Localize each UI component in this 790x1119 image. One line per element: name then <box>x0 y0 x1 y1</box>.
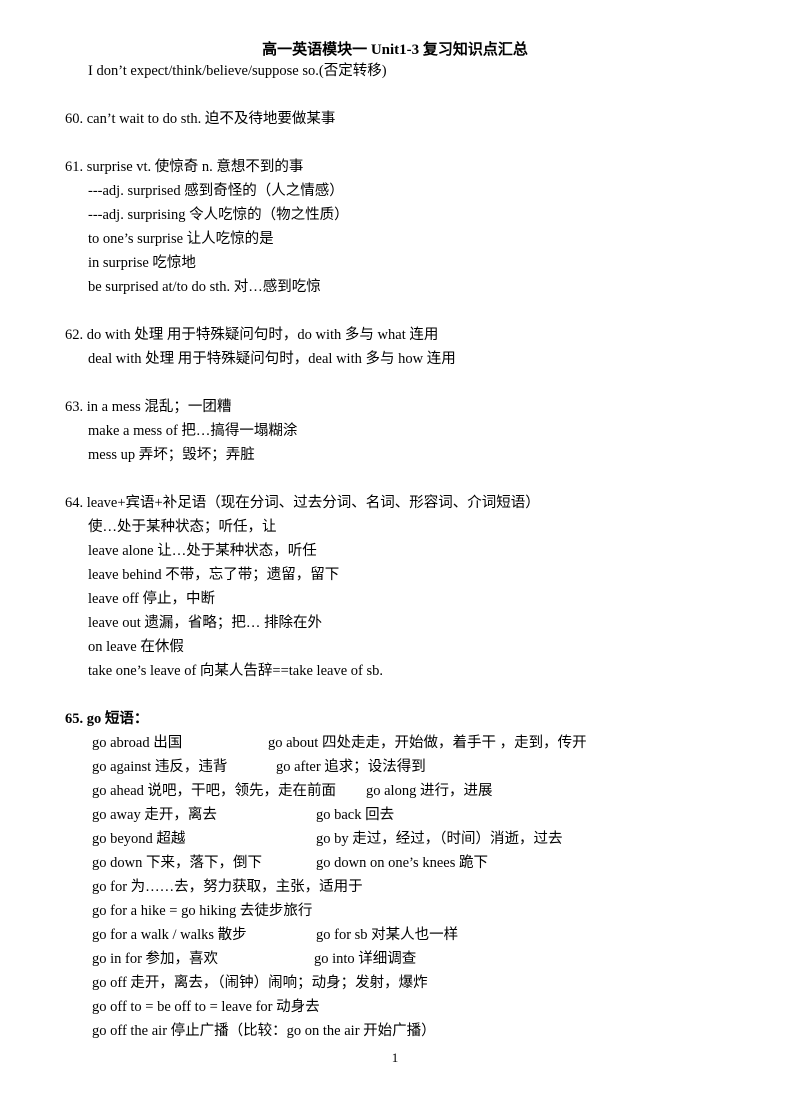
go-phrase-left: go in for 参加，喜欢 <box>92 951 219 967</box>
page-number: 1 <box>391 1050 399 1065</box>
text-line: to one’s surprise 让人吃惊的是 <box>88 231 274 247</box>
go-phrase-right: go into 详细调查 <box>314 951 417 967</box>
go-phrase-left: go away 走开，离去 <box>92 807 217 823</box>
text-line: leave alone 让…处于某种状态，听任 <box>88 543 317 559</box>
go-phrase-right: go about 四处走走，开始做，着手干 ，走到，传开 <box>268 735 587 751</box>
go-phrase-right: go after 追求；设法得到 <box>276 759 426 775</box>
go-phrase-row: go abroad 出国 go about 四处走走，开始做，着手干 ，走到，传开 <box>92 734 587 752</box>
text-line: leave off 停止，中断 <box>88 591 215 607</box>
go-phrase-right: go for sb 对某人也一样 <box>316 927 459 943</box>
go-phrase-left: go against 违反，违背 <box>92 759 228 775</box>
item-60: 60. can’t wait to do sth. 迫不及待地要做某事 <box>65 111 336 127</box>
item-64: 64. leave+宾语+补足语（现在分词、过去分词、名词、形容词、介词短语） <box>65 495 540 511</box>
go-phrase-left: go down 下来，落下，倒下 <box>92 855 262 871</box>
go-phrase-left: go for 为……去，努力获取，主张，适用于 <box>92 879 363 895</box>
text-line: 使…处于某种状态；听任，让 <box>88 519 277 535</box>
go-phrase-right: go along 进行，进展 <box>366 783 493 799</box>
text-line: make a mess of 把…搞得一塌糊涂 <box>88 423 298 439</box>
go-phrase-row: go against 违反，违背 go after 追求；设法得到 <box>92 758 426 776</box>
go-phrase-row: go off 走开，离去，（闹钟）闹响；动身；发射，爆炸 <box>92 974 428 992</box>
go-phrase-row: go off the air 停止广播（比较：go on the air 开始广… <box>92 1022 436 1040</box>
go-phrase-left: go off 走开，离去，（闹钟）闹响；动身；发射，爆炸 <box>92 975 428 991</box>
go-phrase-row: go for a walk / walks 散步 go for sb 对某人也一样 <box>92 926 458 944</box>
go-phrase-left: go off to = be off to = leave for 动身去 <box>92 999 320 1015</box>
text-line: leave behind 不带，忘了带；遗留，留下 <box>88 567 340 583</box>
go-phrase-row: go off to = be off to = leave for 动身去 <box>92 998 320 1016</box>
go-phrase-row: go beyond 超越 go by 走过，经过，（时间）消逝，过去 <box>92 830 563 848</box>
text-line: be surprised at/to do sth. 对…感到吃惊 <box>88 279 321 295</box>
go-phrase-right: go by 走过，经过，（时间）消逝，过去 <box>316 831 563 847</box>
go-phrase-row: go for a hike = go hiking 去徒步旅行 <box>92 902 312 920</box>
document-page: 高一英语模块一 Unit1-3 复习知识点汇总 I don’t expect/t… <box>0 0 790 1119</box>
text-line: ---adj. surprised 感到奇怪的（人之情感） <box>88 183 344 199</box>
go-phrase-row: go for 为……去，努力获取，主张，适用于 <box>92 878 363 896</box>
go-phrase-row: go ahead 说吧，干吧，领先，走在前面 go along 进行，进展 <box>92 782 492 800</box>
go-phrase-left: go beyond 超越 <box>92 831 186 847</box>
go-phrase-right: go back 回去 <box>316 807 395 823</box>
go-phrase-row: go away 走开，离去 go back 回去 <box>92 806 394 824</box>
go-phrase-right: go down on one’s knees 跪下 <box>316 855 488 871</box>
text-line: mess up 弄坏；毁坏；弄脏 <box>88 447 255 463</box>
item-63: 63. in a mess 混乱；一团糟 <box>65 399 232 415</box>
text-line: take one’s leave of 向某人告辞==take leave of… <box>88 663 383 679</box>
go-phrase-left: go off the air 停止广播（比较：go on the air 开始广… <box>92 1023 436 1039</box>
text-line: I don’t expect/think/believe/suppose so.… <box>88 63 387 79</box>
go-phrase-left: go for a hike = go hiking 去徒步旅行 <box>92 903 313 919</box>
go-phrase-left: go for a walk / walks 散步 <box>92 927 247 943</box>
item-62: 62. do with 处理 用于特殊疑问句时，do with 多与 what … <box>65 327 439 343</box>
text-line: leave out 遗漏，省略；把… 排除在外 <box>88 615 322 631</box>
text-line: deal with 处理 用于特殊疑问句时，deal with 多与 how 连… <box>88 351 456 367</box>
document-title: 高一英语模块一 Unit1-3 复习知识点汇总 <box>262 42 528 58</box>
go-phrase-row: go down 下来，落下，倒下 go down on one’s knees 跪… <box>92 854 488 872</box>
go-phrase-row: go in for 参加，喜欢 go into 详细调查 <box>92 950 416 968</box>
text-line: on leave 在休假 <box>88 639 184 655</box>
item-65: 65. go 短语： <box>65 711 149 727</box>
go-phrase-left: go ahead 说吧，干吧，领先，走在前面 <box>92 783 337 799</box>
text-line: in surprise 吃惊地 <box>88 255 196 271</box>
go-phrase-left: go abroad 出国 <box>92 735 183 751</box>
text-line: ---adj. surprising 令人吃惊的（物之性质） <box>88 207 349 223</box>
item-61: 61. surprise vt. 使惊奇 n. 意想不到的事 <box>65 159 304 175</box>
